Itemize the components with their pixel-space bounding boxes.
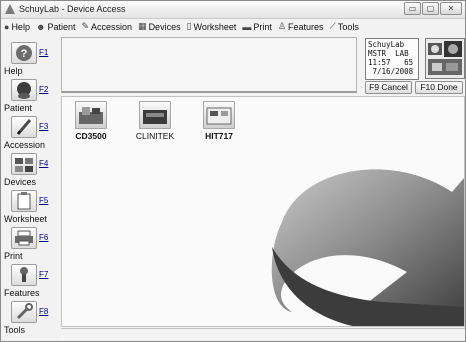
menu-help[interactable]: ● Help xyxy=(4,22,30,32)
analyzer-icon xyxy=(75,101,107,129)
done-button[interactable]: F10 Done xyxy=(415,81,463,94)
sidebar-key-f5: F5 xyxy=(39,196,49,205)
app-window: SchuyLab - Device Access ▭ ▢ ✕ ● Help ☻ … xyxy=(0,0,466,342)
analyzer-icon xyxy=(139,101,171,129)
sidebar-label-print: Print xyxy=(4,251,23,261)
menu-bar: ● Help ☻ Patient ✎ Accession ▦ Devices ▯… xyxy=(1,19,465,34)
menu-help-label: Help xyxy=(11,21,30,32)
header-panel xyxy=(61,37,357,93)
status-line-4: 7/16/2008 xyxy=(368,67,414,76)
patient-icon: ☻ xyxy=(35,21,46,32)
menu-print-label: Print xyxy=(253,21,272,32)
menu-devices[interactable]: ▦ Devices xyxy=(138,21,181,32)
menu-worksheet[interactable]: ▯ Worksheet xyxy=(187,21,237,32)
worksheet-icon xyxy=(11,190,37,212)
menu-accession[interactable]: ✎ Accession xyxy=(81,21,132,32)
window-title: SchuyLab - Device Access xyxy=(19,4,126,14)
menu-accession-label: Accession xyxy=(91,21,133,32)
pencil-icon: ✎ xyxy=(81,21,90,31)
analyzer-icon xyxy=(203,101,235,129)
sidebar-label-devices: Devices xyxy=(4,177,37,187)
menu-devices-label: Devices xyxy=(148,21,181,32)
device-cd3500[interactable]: CD3500 xyxy=(68,101,114,141)
devices-icon xyxy=(11,153,37,175)
features-icon xyxy=(11,264,37,286)
status-line-3: 11:57 65 xyxy=(368,58,414,67)
app-icon xyxy=(5,4,15,14)
bullet-icon: ● xyxy=(4,21,10,32)
printer-icon xyxy=(11,227,37,249)
help-icon: ? xyxy=(11,42,37,64)
sidebar-label-worksheet: Worksheet xyxy=(4,214,47,224)
close-button[interactable]: ✕ xyxy=(440,2,462,15)
lab-logo xyxy=(425,38,465,79)
device-panel: CD3500 CLINITEK HIT717 xyxy=(61,96,465,327)
menu-patient-label: Patient xyxy=(47,21,76,32)
printer-icon: ▬ xyxy=(242,21,252,32)
sidebar-key-f3: F3 xyxy=(39,122,49,131)
sidebar-key-f8: F8 xyxy=(39,307,49,316)
menu-tools-label: Tools xyxy=(337,21,359,32)
features-icon: ♙ xyxy=(277,21,286,31)
menu-features-label: Features xyxy=(287,21,324,32)
sidebar-label-patient: Patient xyxy=(4,103,33,113)
sidebar-label-tools: Tools xyxy=(4,325,26,335)
menu-features[interactable]: ♙ Features xyxy=(278,21,324,32)
wrench-icon xyxy=(11,301,37,323)
status-line-2: MSTR LAB xyxy=(368,49,409,58)
analyzer-icon xyxy=(428,41,462,75)
patient-icon xyxy=(11,79,37,101)
sidebar-label-accession: Accession xyxy=(4,140,46,150)
status-line-1: SchuyLab xyxy=(368,40,405,49)
sidebar-key-f1: F1 xyxy=(39,48,49,57)
minimize-button[interactable]: ▭ xyxy=(404,2,421,15)
sidebar-key-f7: F7 xyxy=(39,270,49,279)
sidebar-key-f4: F4 xyxy=(39,159,49,168)
background-arrow-graphic xyxy=(271,169,464,326)
device-label: CLINITEK xyxy=(135,131,175,141)
sidebar-label-help: Help xyxy=(4,66,23,76)
maximize-button[interactable]: ▢ xyxy=(422,2,439,15)
title-bar[interactable]: SchuyLab - Device Access ▭ ▢ ✕ xyxy=(1,1,465,19)
sidebar-label-features: Features xyxy=(4,288,40,298)
menu-print[interactable]: ▬ Print xyxy=(242,22,272,32)
device-hit717[interactable]: HIT717 xyxy=(196,101,242,141)
menu-worksheet-label: Worksheet xyxy=(193,21,237,32)
sidebar-key-f2: F2 xyxy=(39,85,49,94)
worksheet-icon: ▯ xyxy=(186,21,192,31)
sidebar-key-f6: F6 xyxy=(39,233,49,242)
menu-patient[interactable]: ☻ Patient xyxy=(36,22,76,32)
device-clinitek[interactable]: CLINITEK xyxy=(132,101,178,141)
menu-tools[interactable]: ⟋ Tools xyxy=(330,21,359,32)
svg-text:?: ? xyxy=(21,48,28,60)
pencil-icon xyxy=(11,116,37,138)
wrench-icon: ⟋ xyxy=(329,21,336,31)
status-bar xyxy=(61,328,465,340)
sidebar: ? F1 Help F2 Patient F3 Accession F4 Dev… xyxy=(4,37,58,337)
cancel-button[interactable]: F9 Cancel xyxy=(365,81,412,94)
device-label: HIT717 xyxy=(205,131,233,141)
device-label: CD3500 xyxy=(75,131,107,141)
devices-icon: ▦ xyxy=(138,21,147,31)
status-box: SchuyLab MSTR LAB 11:57 65 7/16/2008 xyxy=(365,38,419,80)
